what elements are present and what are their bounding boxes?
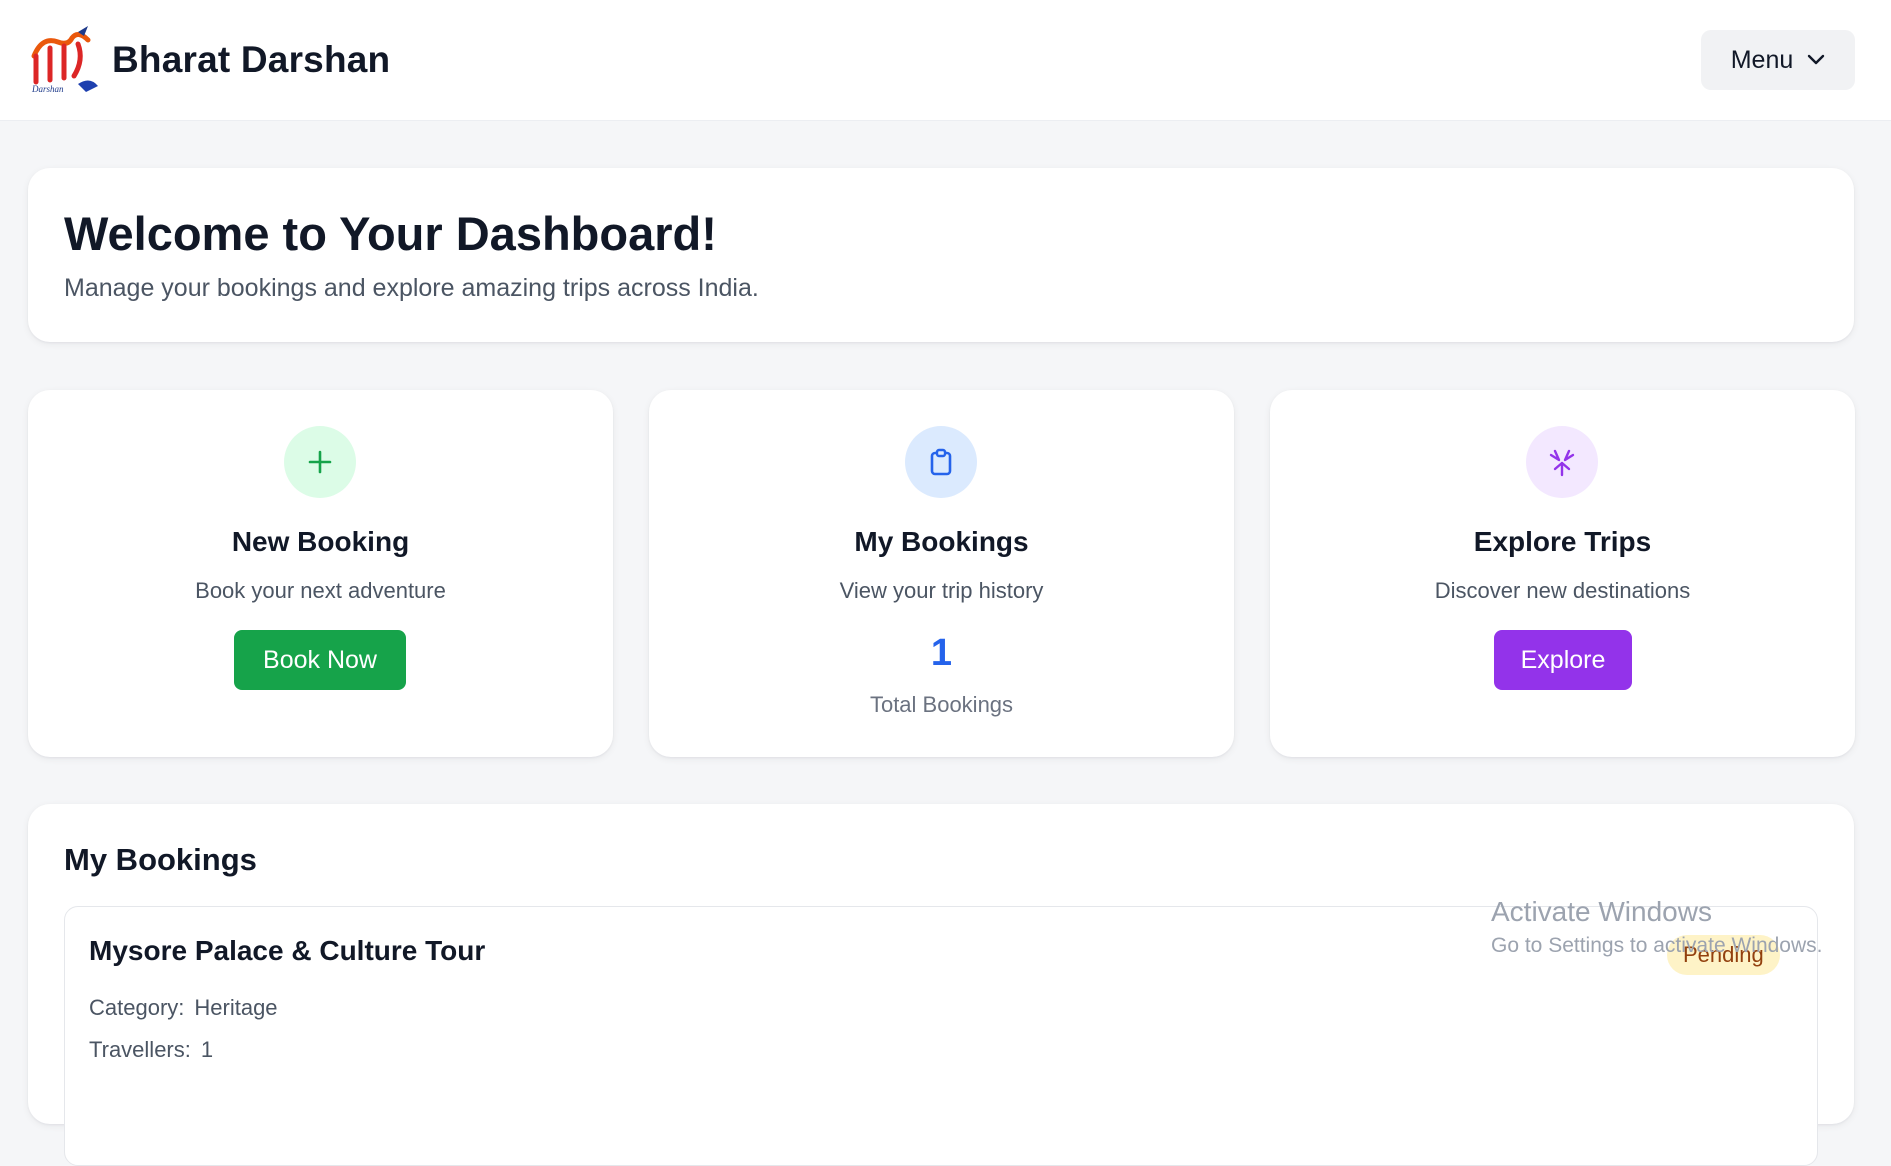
bookings-section-title: My Bookings: [64, 842, 257, 877]
welcome-title: Welcome to Your Dashboard!: [64, 207, 717, 260]
new-booking-icon-circle: [284, 426, 356, 498]
chevron-down-icon: [1808, 54, 1825, 65]
book-now-button[interactable]: Book Now: [234, 630, 406, 690]
explore-trips-subtitle: Discover new destinations: [1434, 578, 1691, 603]
new-booking-subtitle: Book your next adventure: [195, 578, 446, 603]
my-bookings-subtitle: View your trip history: [839, 578, 1044, 603]
new-booking-title: New Booking: [231, 526, 410, 557]
brand-name: Bharat Darshan: [112, 39, 391, 80]
booking-category-row: Category: Heritage: [89, 995, 278, 1021]
my-bookings-title: My Bookings: [854, 526, 1029, 557]
my-bookings-icon-circle: [905, 426, 977, 498]
bharat-darshan-logo-icon: Darshan: [31, 26, 98, 94]
total-bookings-label: Total Bookings: [869, 692, 1014, 717]
top-navbar: Darshan Bharat Darshan Menu: [0, 0, 1891, 121]
welcome-subtitle: Manage your bookings and explore amazing…: [64, 274, 759, 302]
welcome-card: Welcome to Your Dashboard! Manage your b…: [28, 168, 1854, 342]
booking-travellers-row: Travellers: 1: [89, 1037, 213, 1063]
compass-icon: [1549, 449, 1575, 477]
menu-label: Menu: [1730, 45, 1794, 74]
svg-text:Darshan: Darshan: [31, 84, 64, 94]
explore-trips-title: Explore Trips: [1473, 526, 1652, 557]
my-bookings-card[interactable]: My Bookings View your trip history 1 Tot…: [649, 390, 1234, 757]
new-booking-card[interactable]: New Booking Book your next adventure Boo…: [28, 390, 613, 757]
brand[interactable]: Darshan Bharat Darshan: [28, 26, 390, 94]
explore-trips-icon-circle: [1526, 426, 1598, 498]
bookings-section: My Bookings Mysore Palace & Culture Tour…: [28, 804, 1854, 1166]
plus-icon: [308, 450, 332, 474]
booking-name: Mysore Palace & Culture Tour: [89, 935, 486, 966]
category-label: Category:: [89, 995, 185, 1020]
travellers-value: 1: [200, 1037, 214, 1062]
booking-item[interactable]: Mysore Palace & Culture Tour Pending Cat…: [64, 906, 1818, 1166]
travellers-label: Travellers:: [89, 1037, 191, 1062]
menu-button[interactable]: Menu: [1701, 30, 1855, 90]
status-badge: Pending: [1667, 935, 1780, 975]
total-bookings-count: 1: [930, 632, 953, 674]
explore-trips-card[interactable]: Explore Trips Discover new destinations …: [1270, 390, 1855, 757]
explore-button[interactable]: Explore: [1494, 630, 1632, 690]
clipboard-icon: [930, 448, 952, 476]
category-value: Heritage: [194, 995, 278, 1020]
